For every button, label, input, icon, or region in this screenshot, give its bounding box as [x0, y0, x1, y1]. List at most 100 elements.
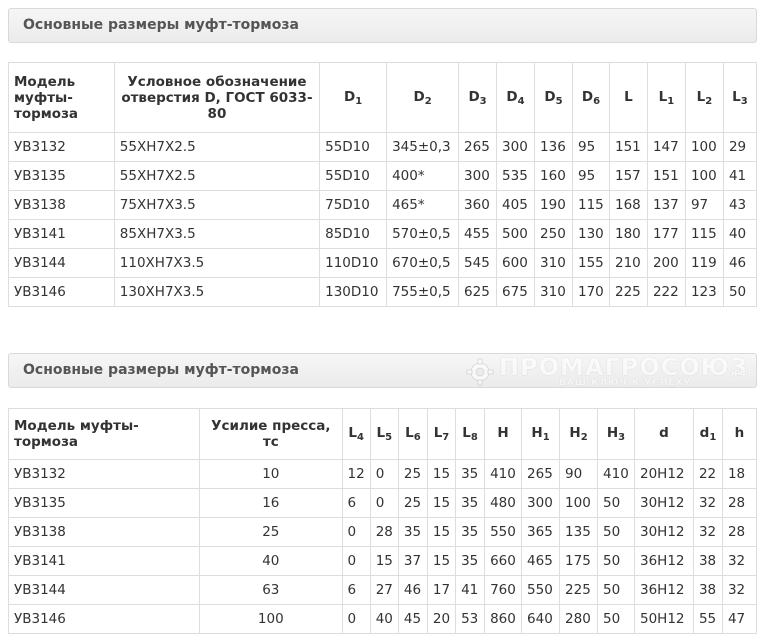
- col-header-h-small: h: [721, 408, 758, 460]
- col-header-d: d: [634, 408, 694, 460]
- table-cell: 151: [608, 132, 648, 162]
- table-cell: 135: [559, 517, 599, 547]
- watermark-brand: ПРОМАГРОСОЮЗ: [498, 353, 748, 381]
- table-cell: 25: [397, 488, 428, 518]
- table-cell: 110ХН7Х3.5: [113, 248, 321, 278]
- table-cell: 95: [572, 132, 610, 162]
- col-header-l1: L1: [646, 62, 686, 133]
- table-cell: 46: [397, 575, 428, 605]
- dimensions-table-1: Модель муфты-тормоза Условное обозначени…: [8, 62, 758, 307]
- col-header-d3: D3: [458, 62, 498, 133]
- table-cell: 50: [722, 277, 758, 307]
- table-cell: 670±0,5: [386, 248, 460, 278]
- table-cell: 157: [608, 161, 648, 191]
- table-cell: 32: [721, 575, 758, 605]
- table-row: УВ3146 100 0 40 45 20 53 860 640 280 50 50H12 55 47: [7, 604, 758, 634]
- table-cell: 250: [534, 219, 573, 249]
- col-header-d6: D6: [572, 62, 610, 133]
- table-cell: 36H12: [634, 575, 694, 605]
- table-cell: 18: [721, 459, 758, 489]
- table-cell: 6: [341, 488, 371, 518]
- table-cell: 225: [608, 277, 648, 307]
- table-cell: 55: [692, 604, 723, 634]
- table-cell: 40: [369, 604, 399, 634]
- table-cell: 15: [369, 546, 399, 576]
- table-cell: 455: [458, 219, 498, 249]
- table-cell: 480: [484, 488, 523, 518]
- table-cell: 100: [684, 161, 724, 191]
- table-cell: 550: [484, 517, 523, 547]
- table-cell: 75D10: [319, 190, 388, 220]
- watermark-logo: ПРОМАГРОСОЮЗ ВАШ КЛЮЧ К УСПЕХУ .РФ: [465, 353, 748, 387]
- table-row: УВ3141 40 0 15 37 15 35 660 465 175 50 36H12 38 32: [7, 546, 758, 576]
- col-header-d1: d1: [692, 408, 723, 460]
- table-cell: 100: [684, 132, 724, 162]
- table-cell: 15: [426, 546, 457, 576]
- table-cell: 35: [455, 546, 486, 576]
- table-row: УВ3132 55ХН7Х2.5 55D10 345±0,3 265 300 136 95 15…: [8, 132, 758, 162]
- table-cell: 46: [722, 248, 758, 278]
- table-cell: 160: [534, 161, 573, 191]
- table-cell: 137: [646, 190, 686, 220]
- table-cell: 85ХН7Х3.5: [113, 219, 321, 249]
- table-row: УВ3141 85ХН7Х3.5 85D10 570±0,5 455 500 250 130 1…: [8, 219, 758, 249]
- table-cell: 130ХН7Х3.5: [113, 277, 321, 307]
- table-cell: 50H12: [634, 604, 694, 634]
- table-cell: 100: [559, 488, 599, 518]
- col-header-l6: L6: [397, 408, 428, 460]
- table-cell: 300: [458, 161, 498, 191]
- col-header-press-force: Усилие пресса, тс: [199, 408, 343, 460]
- table-cell: 35: [455, 517, 486, 547]
- table-cell: 225: [559, 575, 599, 605]
- col-header-h3: H3: [597, 408, 635, 460]
- dimensions-table-2: Модель муфты-тормоза Усилие пресса, тс L…: [7, 408, 758, 634]
- table-row: УВ3132 10 12 0 25 15 35 410 265 90 410 20H12 22 18: [7, 459, 758, 489]
- table-cell: 95: [572, 161, 610, 191]
- cell-model: УВ3138: [7, 517, 201, 547]
- table-cell: 130: [572, 219, 610, 249]
- table-cell: 500: [496, 219, 536, 249]
- table-cell: 640: [521, 604, 561, 634]
- table-cell: 41: [722, 161, 758, 191]
- table-cell: 40: [722, 219, 758, 249]
- cell-model: УВ3135: [8, 161, 115, 191]
- cell-model: УВ3141: [7, 546, 201, 576]
- col-header-d4: D4: [496, 62, 536, 133]
- table-cell: 535: [496, 161, 536, 191]
- col-header-bore: Условное обозначение отверстия D, ГОСТ 6…: [113, 62, 321, 133]
- table-cell: 310: [534, 277, 573, 307]
- table-cell: 17: [426, 575, 457, 605]
- table-cell: 27: [369, 575, 399, 605]
- table-cell: 168: [608, 190, 648, 220]
- table-cell: 38: [692, 546, 723, 576]
- table-cell: 465*: [386, 190, 460, 220]
- table-cell: 177: [646, 219, 686, 249]
- table-cell: 53: [455, 604, 486, 634]
- cell-model: УВ3132: [8, 132, 115, 162]
- table-cell: 410: [597, 459, 635, 489]
- table-cell: 32: [692, 488, 723, 518]
- table-cell: 43: [722, 190, 758, 220]
- col-header-l2: L2: [684, 62, 724, 133]
- section-title: Основные размеры муфт-тормоза: [23, 362, 299, 378]
- gear-icon: [466, 358, 494, 385]
- table-cell: 625: [458, 277, 498, 307]
- cell-model: УВ3146: [7, 604, 201, 634]
- table-cell: 545: [458, 248, 498, 278]
- table-cell: 151: [646, 161, 686, 191]
- table-cell: 345±0,3: [386, 132, 460, 162]
- table-cell: 75ХН7Х3.5: [113, 190, 321, 220]
- table-cell: 180: [608, 219, 648, 249]
- table-cell: 600: [496, 248, 536, 278]
- table-header-row: Модель муфты-тормоза Усилие пресса, тс L…: [7, 408, 758, 460]
- table-cell: 12: [341, 459, 371, 489]
- table-cell: 63: [199, 575, 343, 605]
- col-header-l4: L4: [341, 408, 371, 460]
- table-cell: 0: [341, 546, 371, 576]
- table-cell: 360: [458, 190, 498, 220]
- cell-model: УВ3141: [8, 219, 115, 249]
- table-cell: 90: [559, 459, 599, 489]
- table-cell: 136: [534, 132, 573, 162]
- col-header-model: Модель муфты-тормоза: [7, 408, 201, 460]
- col-header-model: Модель муфты-тормоза: [8, 62, 115, 133]
